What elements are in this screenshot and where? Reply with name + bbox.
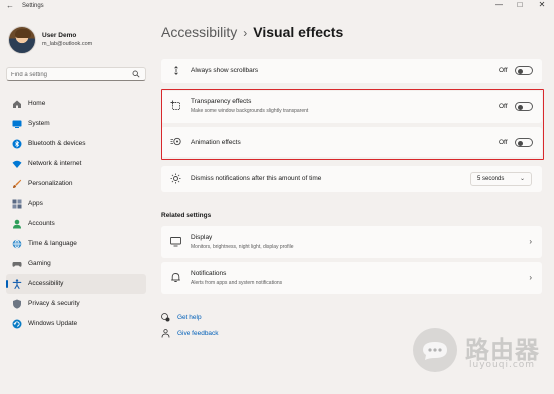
dropdown-value: 5 seconds bbox=[477, 176, 505, 182]
chevron-down-icon: ⌄ bbox=[519, 176, 525, 182]
minimize-button[interactable]: — bbox=[491, 0, 507, 10]
sidebar-item-network[interactable]: Network & internet bbox=[6, 154, 146, 174]
bell-icon bbox=[170, 272, 181, 283]
transparency-toggle[interactable] bbox=[515, 102, 533, 111]
gaming-icon bbox=[12, 259, 22, 269]
brush-icon bbox=[12, 179, 22, 189]
chevron-right-icon: › bbox=[529, 237, 532, 246]
link-label: Give feedback bbox=[177, 330, 219, 337]
sidebar-item-system[interactable]: System bbox=[6, 114, 146, 134]
setting-title: Dismiss notifications after this amount … bbox=[191, 175, 322, 182]
title-bar: ← Settings — □ ✕ bbox=[0, 0, 554, 14]
home-icon bbox=[12, 99, 22, 109]
sidebar-item-label: Windows Update bbox=[28, 320, 78, 327]
sidebar-item-apps[interactable]: Apps bbox=[6, 194, 146, 214]
back-arrow-icon[interactable]: ← bbox=[6, 1, 14, 10]
sun-icon bbox=[170, 173, 181, 184]
sidebar-item-gaming[interactable]: Gaming bbox=[6, 254, 146, 274]
chevron-right-icon: › bbox=[529, 273, 532, 282]
system-icon bbox=[12, 119, 22, 129]
animation-icon bbox=[170, 136, 181, 147]
sidebar-item-time-language[interactable]: Time & language bbox=[6, 234, 146, 254]
sidebar-item-accounts[interactable]: Accounts bbox=[6, 214, 146, 234]
sidebar-item-label: Bluetooth & devices bbox=[28, 140, 86, 147]
sidebar-item-label: Time & language bbox=[28, 240, 77, 247]
animation-toggle[interactable] bbox=[515, 138, 533, 147]
link-label: Get help bbox=[177, 314, 202, 321]
sidebar-item-label: Personalization bbox=[28, 180, 73, 187]
user-profile[interactable]: User Demo m_lab@outlook.com bbox=[8, 26, 148, 56]
setting-title: Transparency effects bbox=[191, 98, 252, 105]
window-title: Settings bbox=[22, 3, 44, 9]
breadcrumb-separator: › bbox=[243, 26, 248, 40]
scrollbars-toggle[interactable] bbox=[515, 66, 533, 75]
page-title: Visual effects bbox=[253, 24, 344, 40]
accessibility-icon bbox=[12, 279, 22, 289]
related-subtitle: Alerts from apps and system notification… bbox=[191, 280, 283, 286]
update-icon bbox=[12, 319, 22, 329]
dismiss-time-dropdown[interactable]: 5 seconds ⌄ bbox=[470, 172, 532, 186]
sidebar-nav: Home System Bluetooth & devices Network … bbox=[6, 94, 146, 334]
related-title: Notifications bbox=[191, 270, 227, 277]
sidebar-item-personalization[interactable]: Personalization bbox=[6, 174, 146, 194]
sidebar-item-label: Accessibility bbox=[28, 280, 64, 287]
toggle-state-label: Off bbox=[499, 139, 508, 146]
give-feedback-link[interactable]: Give feedback bbox=[161, 328, 281, 340]
breadcrumb: Accessibility › Visual effects bbox=[161, 24, 343, 46]
accounts-icon bbox=[12, 219, 22, 229]
sidebar-item-label: Gaming bbox=[28, 260, 51, 267]
close-button[interactable]: ✕ bbox=[534, 0, 550, 10]
setting-title: Always show scrollbars bbox=[191, 67, 259, 74]
toggle-state-label: Off bbox=[499, 67, 508, 74]
scrollbar-icon bbox=[170, 65, 181, 76]
sidebar-item-label: Accounts bbox=[28, 220, 55, 227]
setting-subtitle: Make some window backgrounds slightly tr… bbox=[191, 108, 309, 114]
sidebar-item-label: Home bbox=[28, 100, 46, 107]
sidebar-item-windows-update[interactable]: Windows Update bbox=[6, 314, 146, 334]
sidebar-item-home[interactable]: Home bbox=[6, 94, 146, 114]
setting-title: Animation effects bbox=[191, 139, 241, 146]
setting-card-scrollbars: Always show scrollbars Off bbox=[161, 59, 542, 83]
sidebar-item-label: Network & internet bbox=[28, 160, 82, 167]
globe-icon bbox=[12, 239, 22, 249]
transparency-icon bbox=[170, 100, 181, 111]
sidebar-item-label: Privacy & security bbox=[28, 300, 80, 307]
sidebar-item-bluetooth[interactable]: Bluetooth & devices bbox=[6, 134, 146, 154]
watermark-logo-icon bbox=[413, 328, 457, 372]
monitor-icon bbox=[170, 236, 181, 247]
bluetooth-icon bbox=[12, 139, 22, 149]
sidebar-item-label: System bbox=[28, 120, 50, 127]
search-input[interactable] bbox=[11, 70, 131, 79]
shield-icon bbox=[12, 299, 22, 309]
maximize-button[interactable]: □ bbox=[512, 0, 528, 10]
related-settings-heading: Related settings bbox=[161, 212, 212, 219]
related-card-display[interactable]: Display Monitors, brightness, night ligh… bbox=[161, 226, 542, 258]
search-box[interactable] bbox=[6, 67, 146, 81]
setting-card-dismiss-notifications: Dismiss notifications after this amount … bbox=[161, 166, 542, 192]
setting-card-transparency: Transparency effects Make some window ba… bbox=[161, 91, 542, 123]
breadcrumb-parent[interactable]: Accessibility bbox=[161, 24, 237, 40]
apps-icon bbox=[12, 199, 22, 209]
setting-card-animation: Animation effects Off bbox=[161, 127, 542, 157]
related-card-notifications[interactable]: Notifications Alerts from apps and syste… bbox=[161, 262, 542, 294]
search-icon[interactable] bbox=[132, 70, 140, 78]
toggle-state-label: Off bbox=[499, 103, 508, 110]
get-help-link[interactable]: Get help bbox=[161, 312, 281, 324]
sidebar-item-label: Apps bbox=[28, 200, 43, 207]
feedback-icon bbox=[161, 329, 170, 338]
watermark: 路由器 luyouqi.com bbox=[409, 324, 549, 378]
user-email: m_lab@outlook.com bbox=[42, 41, 93, 47]
related-subtitle: Monitors, brightness, night light, displ… bbox=[191, 244, 294, 250]
avatar bbox=[8, 26, 36, 54]
sidebar-item-accessibility[interactable]: Accessibility bbox=[6, 274, 146, 294]
watermark-text-en: luyouqi.com bbox=[469, 360, 536, 370]
sidebar-item-privacy[interactable]: Privacy & security bbox=[6, 294, 146, 314]
user-name: User Demo bbox=[42, 32, 77, 39]
related-title: Display bbox=[191, 234, 213, 241]
help-icon bbox=[161, 313, 170, 322]
wifi-icon bbox=[12, 159, 22, 169]
